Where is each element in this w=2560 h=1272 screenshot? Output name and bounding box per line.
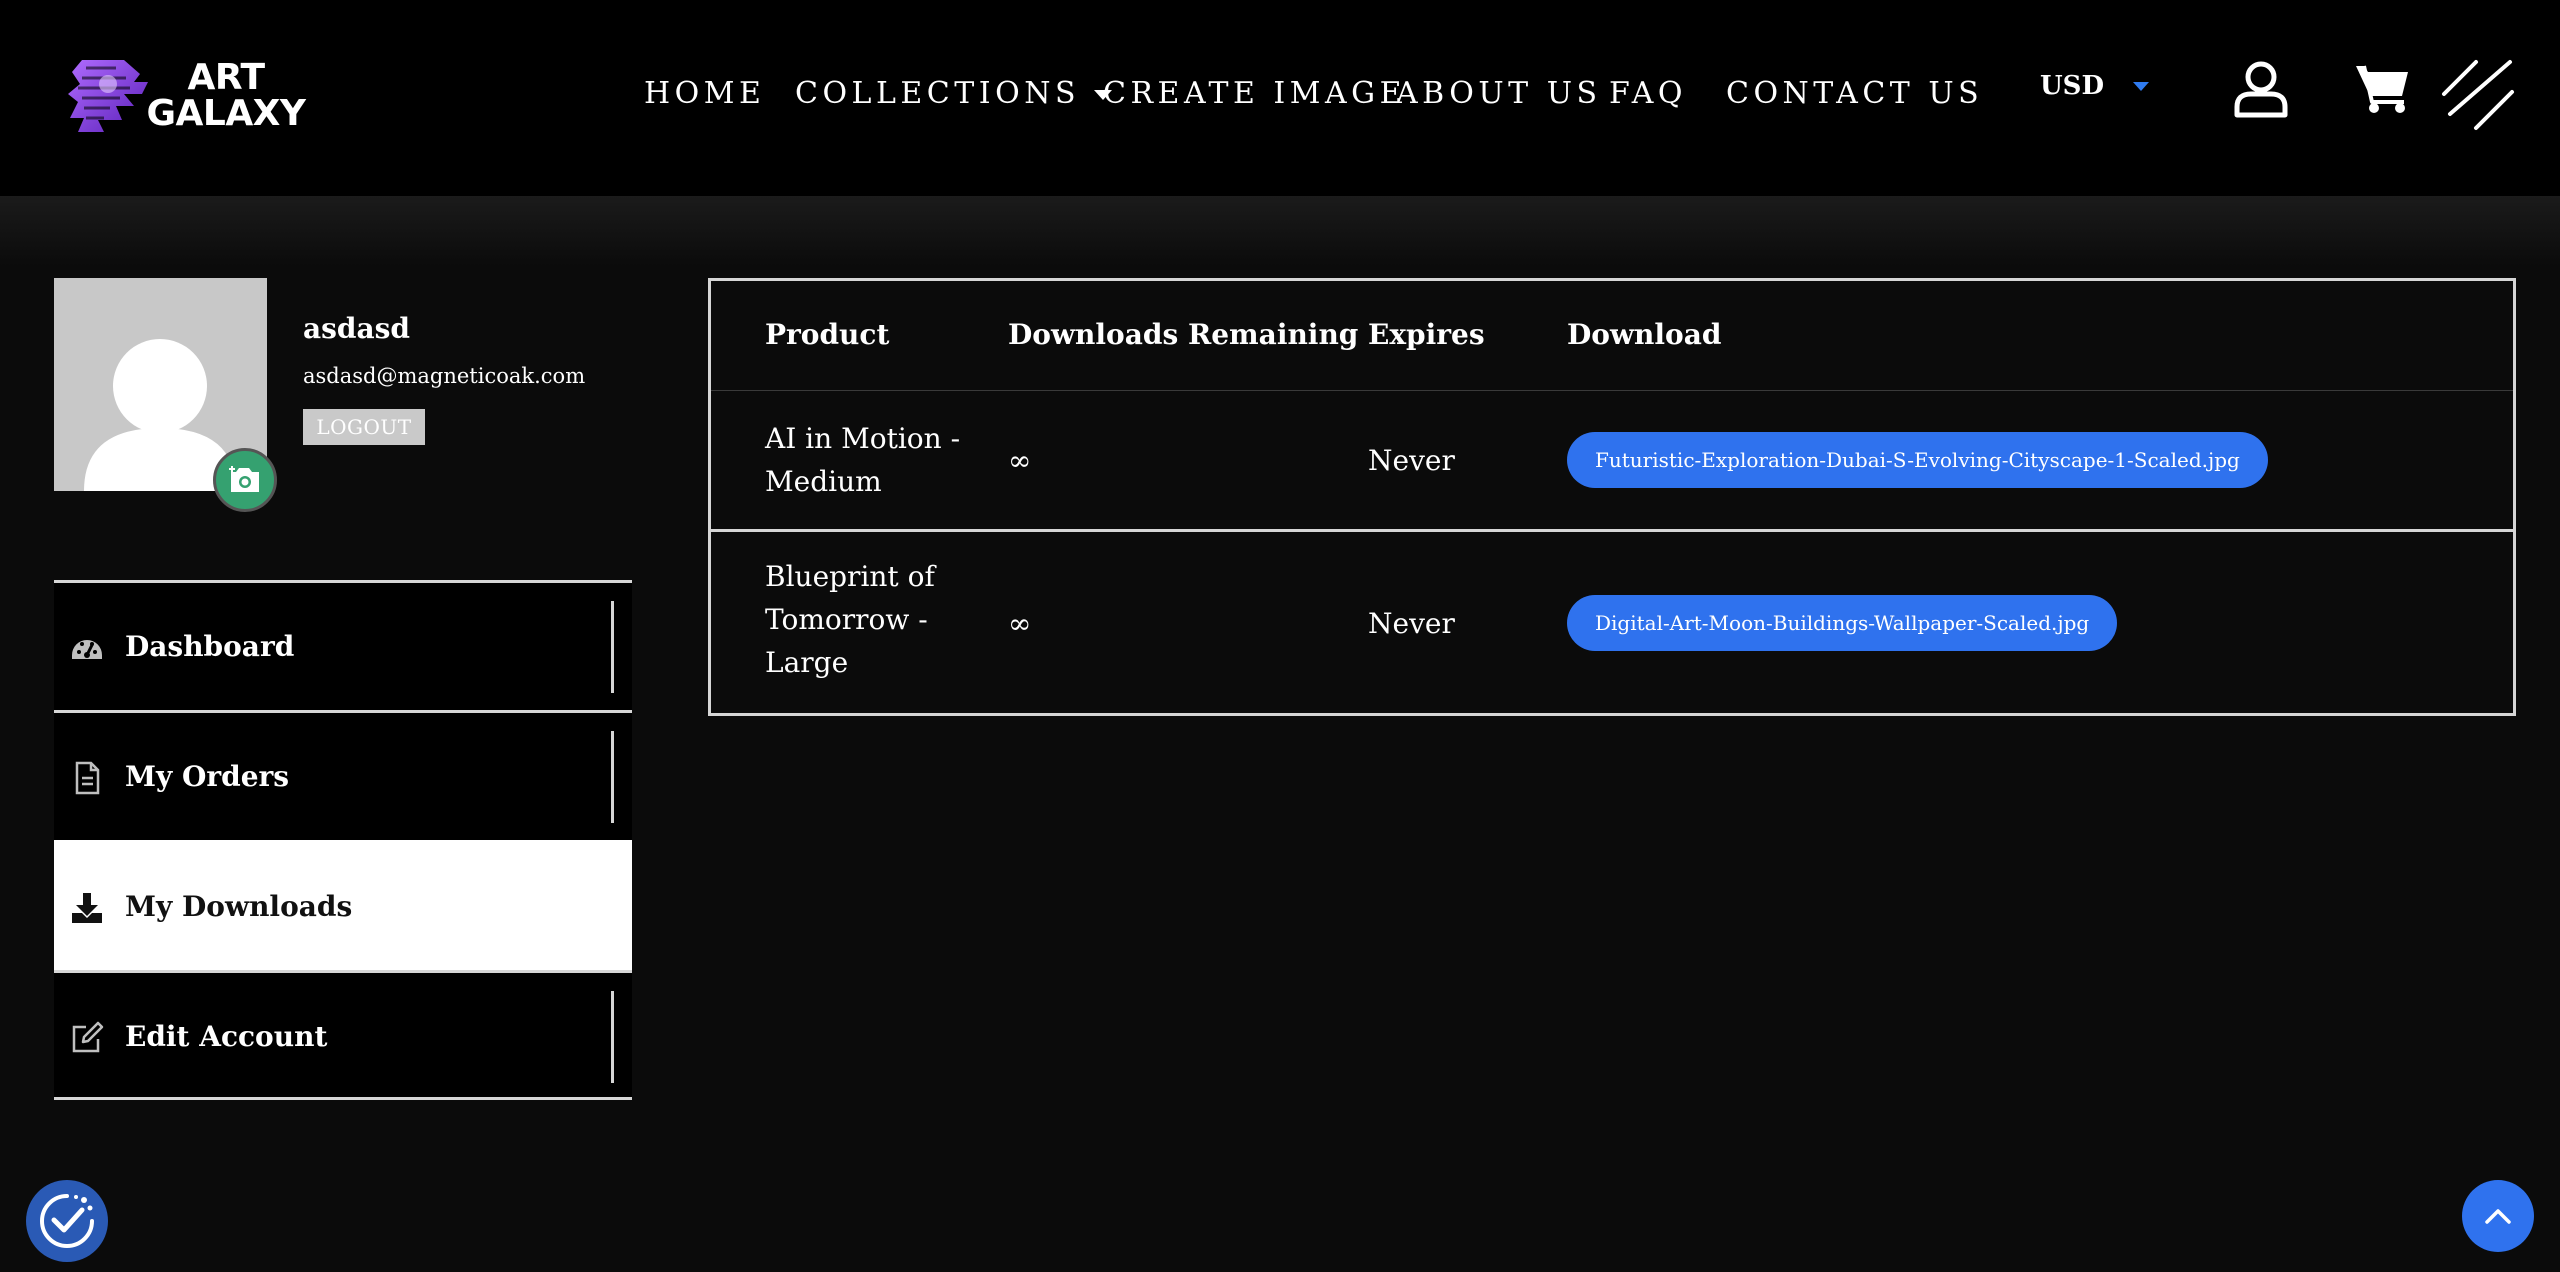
currency-caret-icon[interactable] xyxy=(2133,82,2149,91)
product-name: Blueprint of Tomorrow - Large xyxy=(765,560,935,679)
nav-collections-label: COLLECTIONS xyxy=(795,76,1081,111)
expires-value: Never xyxy=(1368,444,1455,477)
logo-line-2: GALAXY xyxy=(146,93,306,134)
column-header-expires: Expires xyxy=(1368,318,1485,351)
sidebar-item-label: My Downloads xyxy=(125,890,353,923)
download-file-button[interactable]: Digital-Art-Moon-Buildings-Wallpaper-Sca… xyxy=(1567,595,2118,651)
expires-value: Never xyxy=(1368,607,1455,640)
nav-about-us[interactable]: ABOUT US xyxy=(1396,70,1602,118)
nav-collections[interactable]: COLLECTIONS xyxy=(795,70,1113,118)
sidebar-item-my-orders[interactable]: My Orders xyxy=(54,710,632,840)
download-icon xyxy=(72,893,102,923)
chevron-up-icon xyxy=(2485,1209,2511,1224)
site-header: ART GALAXY HOME COLLECTIONS CREATE IMAGE… xyxy=(0,0,2560,196)
download-file-button[interactable]: Futuristic-Exploration-Dubai-S-Evolving-… xyxy=(1567,432,2268,488)
accessibility-icon xyxy=(40,1194,94,1248)
nav-faq[interactable]: FAQ xyxy=(1609,70,1687,118)
menu-toggle-icon[interactable] xyxy=(2440,56,2516,132)
art-galaxy-logo-icon xyxy=(68,60,148,132)
table-header: Product Downloads Remaining Expires Down… xyxy=(711,281,2513,391)
site-logo[interactable]: ART GALAXY xyxy=(64,50,314,142)
user-name: asdasd xyxy=(303,312,410,345)
logo-line-1: ART xyxy=(187,57,265,98)
document-icon xyxy=(75,761,100,795)
downloads-remaining: ∞ xyxy=(1008,607,1032,640)
downloads-table: Product Downloads Remaining Expires Down… xyxy=(708,278,2516,716)
sidebar-item-edit-account[interactable]: Edit Account xyxy=(54,970,632,1100)
menu-divider xyxy=(611,991,614,1083)
account-menu: Dashboard My Orders My Downloads Edit Ac… xyxy=(54,580,632,1100)
currency-select[interactable]: USD xyxy=(2040,68,2104,104)
sidebar-item-dashboard[interactable]: Dashboard xyxy=(54,580,632,710)
product-name: AI in Motion - Medium xyxy=(765,422,961,498)
menu-divider xyxy=(611,601,614,693)
edit-icon xyxy=(72,1021,104,1053)
sidebar-item-label: Dashboard xyxy=(125,630,295,663)
logo-wordmark: ART GALAXY xyxy=(146,60,306,132)
column-header-downloads-remaining: Downloads Remaining xyxy=(1008,318,1359,351)
nav-create-image[interactable]: CREATE IMAGE xyxy=(1103,70,1406,118)
user-icon[interactable] xyxy=(2232,60,2290,118)
dashboard-icon xyxy=(72,640,102,659)
downloads-remaining: ∞ xyxy=(1008,444,1032,477)
user-email: asdasd@magneticoak.com xyxy=(303,364,586,388)
logout-button[interactable]: LOGOUT xyxy=(303,409,425,445)
header-shadow xyxy=(0,196,2560,266)
accessibility-button[interactable] xyxy=(26,1180,108,1262)
cart-icon[interactable] xyxy=(2354,62,2410,114)
scroll-to-top-button[interactable] xyxy=(2462,1180,2534,1252)
camera-icon xyxy=(229,466,259,492)
nav-contact-us[interactable]: CONTACT US xyxy=(1726,70,1983,118)
sidebar-item-my-downloads[interactable]: My Downloads xyxy=(54,840,632,970)
change-photo-button[interactable] xyxy=(213,448,277,512)
sidebar-item-label: My Orders xyxy=(125,760,290,793)
table-row: Blueprint of Tomorrow - Large ∞ Never Di… xyxy=(711,535,2513,713)
nav-home[interactable]: HOME xyxy=(644,70,765,118)
column-header-product: Product xyxy=(765,318,890,351)
menu-divider xyxy=(611,731,614,823)
column-header-download: Download xyxy=(1567,318,1722,351)
sidebar-item-label: Edit Account xyxy=(125,1020,328,1053)
table-row: AI in Motion - Medium ∞ Never Futuristic… xyxy=(711,391,2513,532)
